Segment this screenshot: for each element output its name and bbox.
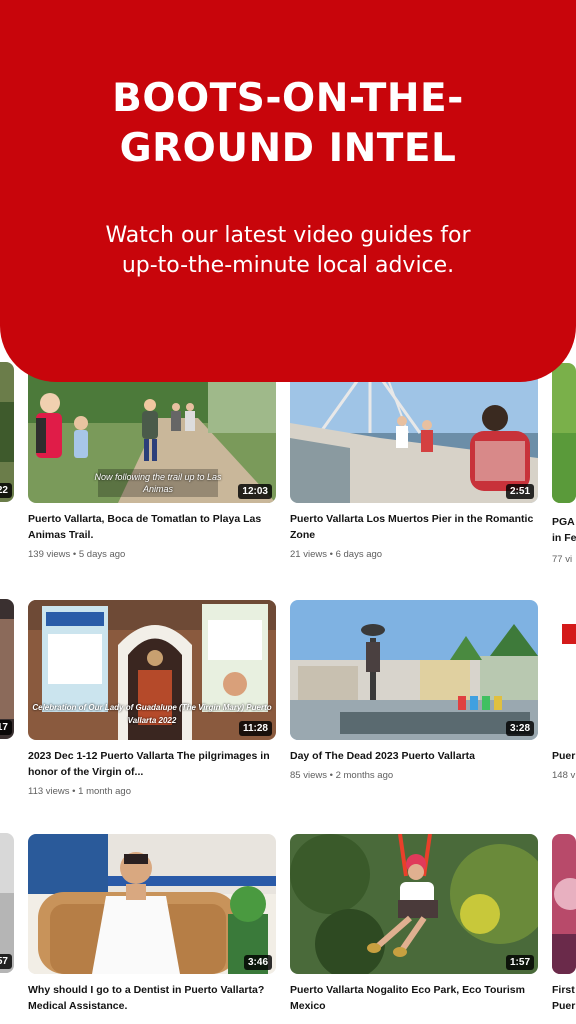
video-thumbnail-partial[interactable] <box>552 834 576 974</box>
video-duration: 3:46 <box>243 955 272 970</box>
video-title-partial[interactable]: Puer <box>552 748 576 764</box>
video-thumbnail[interactable]: Celebration of Our Lady of Guadalupe (Th… <box>28 600 276 740</box>
video-meta: 139 views • 5 days ago <box>28 549 126 560</box>
video-title[interactable]: Day of The Dead 2023 Puerto Vallarta <box>290 748 540 764</box>
thumbnail-caption: Celebration of Our Lady of Guadalupe (Th… <box>32 703 272 725</box>
video-meta: 113 views • 1 month ago <box>28 786 131 797</box>
video-title-partial[interactable]: Puer <box>552 998 576 1014</box>
video-title[interactable]: Puerto Vallarta Los Muertos Pier in the … <box>290 511 540 543</box>
video-title[interactable]: Puerto Vallarta Nogalito Eco Park, Eco T… <box>290 982 540 1014</box>
video-thumbnail-partial[interactable] <box>552 363 576 503</box>
video-duration: 3:28 <box>505 721 534 736</box>
video-views: 113 views <box>28 786 70 797</box>
video-meta: 85 views • 2 months ago <box>290 770 394 781</box>
video-age: 2 months ago <box>335 770 394 781</box>
video-title[interactable]: 2023 Dec 1-12 Puerto Vallarta The pilgri… <box>28 748 278 780</box>
video-title[interactable]: Why should I go to a Dentist in Puerto V… <box>28 982 278 1014</box>
video-meta: 21 views • 6 days ago <box>290 549 383 560</box>
video-duration: 11:28 <box>238 721 272 736</box>
video-thumbnail-partial[interactable]: 22 <box>0 362 14 502</box>
video-thumbnail[interactable]: 3:46 <box>28 834 276 974</box>
video-title[interactable]: Puerto Vallarta, Boca de Tomatlan to Pla… <box>28 511 278 543</box>
video-age: 5 days ago <box>78 549 126 560</box>
video-thumbnail[interactable]: 3:28 <box>290 600 538 740</box>
video-duration: 57 <box>0 954 12 969</box>
video-thumbnail[interactable]: 2:51 <box>290 363 538 503</box>
video-views: 21 views <box>290 549 327 560</box>
hero-subtitle: Watch our latest video guides for up-to-… <box>105 223 471 278</box>
video-duration: 12:03 <box>238 484 272 499</box>
video-age: 6 days ago <box>335 549 383 560</box>
video-duration: 2:51 <box>505 484 534 499</box>
video-meta-partial: 77 vi <box>552 554 573 565</box>
video-thumbnail-partial[interactable] <box>552 600 576 740</box>
video-views: 85 views <box>290 770 327 781</box>
video-duration: 17 <box>0 720 12 735</box>
video-thumbnail-partial[interactable]: 57 <box>0 833 14 973</box>
video-age: 1 month ago <box>78 786 131 797</box>
video-title-partial[interactable]: in Fe <box>552 530 576 546</box>
video-title-partial[interactable]: First <box>552 982 576 998</box>
video-thumbnail-partial[interactable]: 17 <box>0 599 14 739</box>
video-duration: 1:57 <box>505 955 534 970</box>
video-duration: 22 <box>0 483 12 498</box>
video-views: 139 views <box>28 549 71 560</box>
video-thumbnail[interactable]: Now following the trail up to Las Animas… <box>28 363 276 503</box>
hero-banner: BOOTS-ON-THE- GROUND INTEL Watch our lat… <box>0 0 576 382</box>
video-title-partial[interactable]: PGA <box>552 514 576 530</box>
video-thumbnail[interactable]: 1:57 <box>290 834 538 974</box>
thumbnail-caption: Now following the trail up to Las Animas <box>94 472 222 494</box>
video-meta-partial: 148 v <box>552 770 576 781</box>
hero-title: BOOTS-ON-THE- GROUND INTEL <box>112 76 464 171</box>
